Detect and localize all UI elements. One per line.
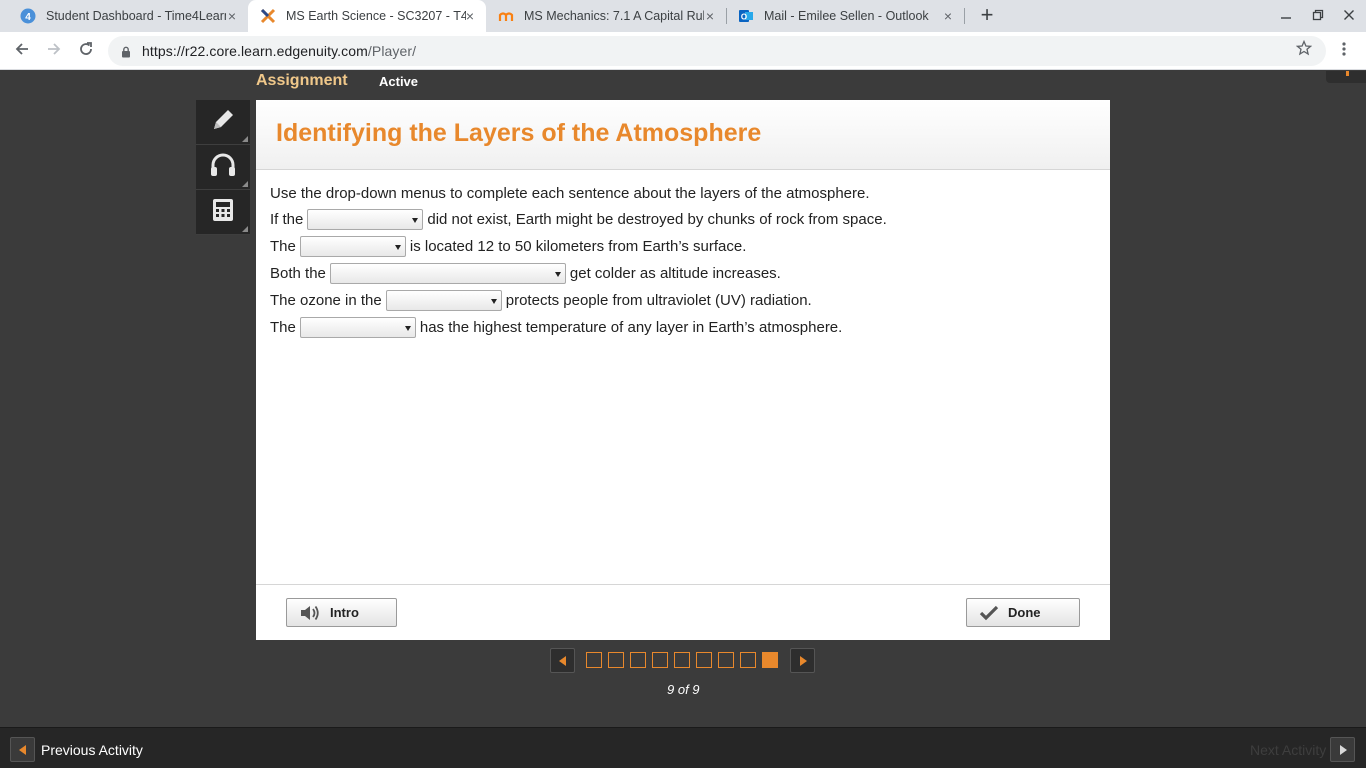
activity-title: Identifying the Layers of the Atmosphere — [276, 119, 762, 147]
page-button-1[interactable] — [586, 652, 602, 668]
minimize-icon[interactable] — [1277, 7, 1295, 25]
outlook-icon: O — [738, 8, 754, 24]
sentence-text-after: get colder as altitude increases. — [569, 265, 781, 282]
activity-card: Identifying the Layers of the Atmosphere… — [256, 100, 1110, 640]
calculator-tool-button[interactable] — [196, 190, 250, 235]
edgenuity-icon — [260, 8, 276, 24]
left-arrow-icon — [19, 745, 26, 755]
bookmark-star-icon[interactable] — [1295, 39, 1313, 61]
sentence-4: The ozone in the protects people from ul… — [270, 287, 887, 314]
answer-dropdown-5[interactable] — [299, 317, 416, 338]
browser-toolbar: https://r22.core.learn.edgenuity.com/Pla… — [0, 32, 1366, 70]
player-page: Assignment Active Identifying the Layers… — [0, 71, 1366, 768]
activity-nav-bar: Previous Activity Next Activity — [0, 727, 1366, 768]
sentence-text-before: If the — [270, 211, 304, 228]
next-activity-label: Next Activity — [1250, 742, 1327, 758]
answer-dropdown-2[interactable] — [299, 236, 406, 257]
intro-button[interactable]: Intro — [286, 598, 397, 627]
sentence-text-after: has the highest temperature of any layer… — [419, 319, 843, 336]
right-arrow-icon — [800, 656, 807, 666]
corner-menu-button[interactable] — [1326, 71, 1366, 83]
url-host: https://r22.core.learn.edgenuity.com — [142, 43, 368, 59]
page-button-8[interactable] — [740, 652, 756, 668]
instructions: Use the drop-down menus to complete each… — [270, 184, 870, 202]
sentence-text-before: The — [270, 319, 296, 336]
back-icon[interactable] — [10, 39, 34, 63]
left-arrow-icon — [559, 656, 566, 666]
tab-title: MS Earth Science - SC3207 - T4L — [286, 9, 466, 23]
page-button-3[interactable] — [630, 652, 646, 668]
sentence-3: Both the get colder as altitude increase… — [270, 260, 887, 287]
next-page-button[interactable] — [790, 648, 815, 673]
svg-text:4: 4 — [25, 12, 31, 23]
status-label: Active — [379, 74, 419, 89]
svg-text:O: O — [741, 13, 747, 22]
browser-tab-bar: 4 Student Dashboard - Time4Learn × MS Ea… — [0, 0, 1366, 32]
speaker-icon — [299, 604, 321, 622]
tab-separator — [964, 8, 965, 24]
assignment-label: Assignment — [256, 72, 348, 89]
answer-dropdown-4[interactable] — [385, 290, 502, 311]
intro-button-label: Intro — [330, 605, 359, 620]
url-text: https://r22.core.learn.edgenuity.com/Pla… — [142, 43, 416, 59]
sentence-text-after: is located 12 to 50 kilometers from Eart… — [409, 238, 747, 255]
new-tab-button[interactable]: + — [976, 4, 998, 27]
url-path: /Player/ — [367, 43, 417, 59]
checkmark-icon — [979, 605, 999, 621]
pencil-tool-button[interactable] — [196, 100, 250, 145]
sentence-text-after: did not exist, Earth might be destroyed … — [427, 211, 887, 228]
tab-student-dashboard[interactable]: 4 Student Dashboard - Time4Learn × — [8, 0, 248, 32]
moodle-icon — [498, 8, 514, 24]
time4learning-icon: 4 — [20, 8, 36, 24]
tool-palette — [196, 100, 250, 235]
page-button-7[interactable] — [718, 652, 734, 668]
done-button[interactable]: Done — [966, 598, 1080, 627]
previous-page-button[interactable] — [550, 648, 575, 673]
browser-menu-icon[interactable] — [1334, 39, 1354, 63]
sentence-5: The has the highest temperature of any l… — [270, 314, 887, 341]
page-button-5[interactable] — [674, 652, 690, 668]
activity-footer: Intro Done — [256, 584, 1110, 640]
headphones-icon — [209, 152, 237, 183]
activity-header: Identifying the Layers of the Atmosphere — [256, 100, 1110, 170]
tab-ms-mechanics[interactable]: MS Mechanics: 7.1 A Capital Rul × — [486, 0, 726, 32]
pencil-icon — [210, 107, 236, 138]
tab-outlook-mail[interactable]: O Mail - Emilee Sellen - Outlook × — [726, 0, 964, 32]
close-tab-icon[interactable]: × — [224, 8, 240, 24]
done-button-label: Done — [1008, 605, 1041, 620]
tab-title: Mail - Emilee Sellen - Outlook — [764, 9, 929, 23]
close-window-icon[interactable] — [1340, 7, 1358, 25]
address-bar[interactable]: https://r22.core.learn.edgenuity.com/Pla… — [108, 36, 1326, 66]
tab-ms-earth-science[interactable]: MS Earth Science - SC3207 - T4L × — [248, 0, 486, 32]
calculator-icon — [212, 198, 234, 227]
sentence-text-before: The ozone in the — [270, 292, 382, 309]
audio-tool-button[interactable] — [196, 145, 250, 190]
right-arrow-icon — [1340, 745, 1347, 755]
close-tab-icon[interactable]: × — [940, 8, 956, 24]
reload-icon[interactable] — [74, 39, 98, 63]
sentence-text-after: protects people from ultraviolet (UV) ra… — [505, 292, 812, 309]
close-tab-icon[interactable]: × — [702, 8, 718, 24]
forward-icon[interactable] — [42, 39, 66, 63]
tab-title: Student Dashboard - Time4Learn — [46, 9, 226, 23]
sentence-2: The is located 12 to 50 kilometers from … — [270, 233, 887, 260]
restore-icon[interactable] — [1309, 7, 1327, 25]
page-button-9-current[interactable] — [762, 652, 778, 668]
sentence-text-before: Both the — [270, 265, 326, 282]
page-button-6[interactable] — [696, 652, 712, 668]
page-button-4[interactable] — [652, 652, 668, 668]
lock-icon — [121, 45, 131, 63]
answer-dropdown-1[interactable] — [307, 209, 424, 230]
activity-content: Use the drop-down menus to complete each… — [270, 180, 887, 341]
previous-activity-button[interactable] — [10, 737, 35, 762]
page-count: 9 of 9 — [667, 682, 700, 697]
close-tab-icon[interactable]: × — [462, 8, 478, 24]
tab-title: MS Mechanics: 7.1 A Capital Rul — [524, 9, 704, 23]
sentence-text-before: The — [270, 238, 296, 255]
page-button-2[interactable] — [608, 652, 624, 668]
sentence-1: If the did not exist, Earth might be des… — [270, 206, 887, 233]
answer-dropdown-3[interactable] — [329, 263, 566, 284]
next-activity-button[interactable] — [1330, 737, 1355, 762]
previous-activity-label[interactable]: Previous Activity — [41, 742, 143, 758]
